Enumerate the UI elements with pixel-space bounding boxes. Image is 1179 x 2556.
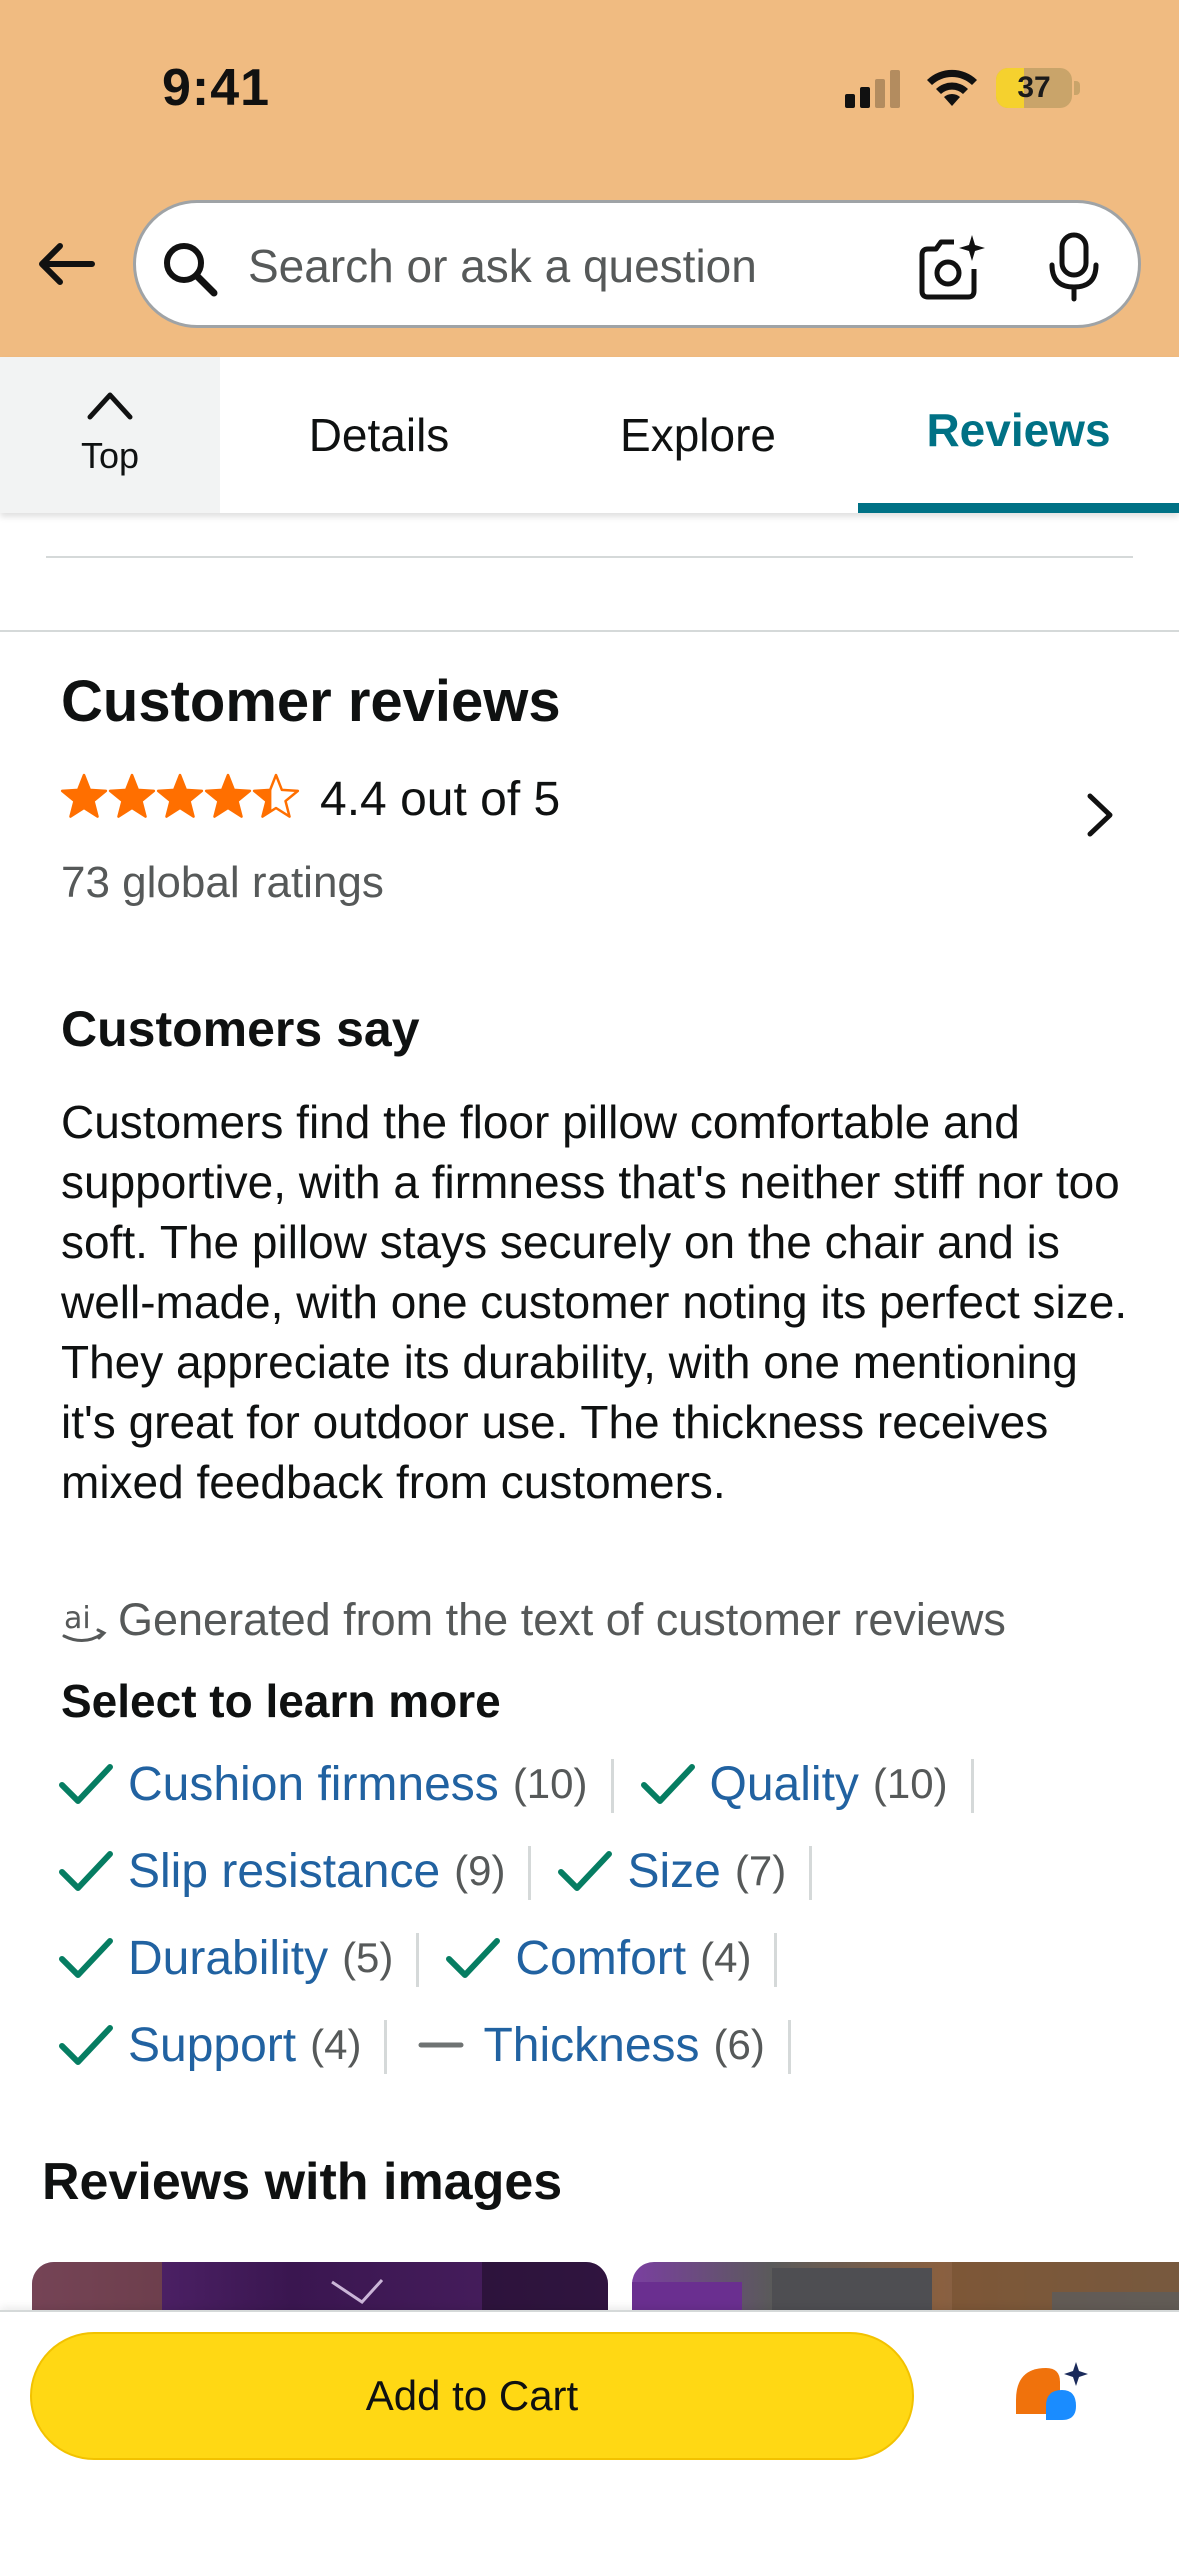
tab-top-label: Top bbox=[80, 435, 140, 476]
aspect-chip-support[interactable]: Support (4) bbox=[56, 2010, 388, 2080]
aspect-chip-durability[interactable]: Durability (5) bbox=[56, 1923, 420, 1993]
aspect-chip-slip-resistance[interactable]: Slip resistance (9) bbox=[56, 1836, 532, 1906]
aspect-count: (4) bbox=[310, 2021, 362, 2068]
aspect-row: Support (4) Thickness (6) bbox=[56, 2010, 815, 2080]
aspect-label: Slip resistance bbox=[128, 1844, 441, 1898]
back-arrow-icon bbox=[39, 243, 95, 285]
back-button[interactable] bbox=[32, 230, 100, 298]
divider bbox=[0, 630, 1179, 632]
ai-icon: ai bbox=[62, 1601, 107, 1642]
tab-details[interactable]: Details bbox=[220, 357, 538, 513]
aspect-label: Thickness bbox=[483, 2018, 700, 2072]
active-tab-indicator bbox=[858, 503, 1179, 513]
customer-reviews-heading: Customer reviews bbox=[61, 669, 561, 734]
rufus-icon[interactable] bbox=[1010, 2356, 1092, 2438]
aspect-label: Durability bbox=[128, 1931, 329, 1985]
tab-explore[interactable]: Explore bbox=[538, 357, 858, 513]
checkmark-icon bbox=[59, 2025, 113, 2065]
dash-icon bbox=[418, 2042, 464, 2048]
aspect-count: (10) bbox=[872, 1760, 948, 1807]
aspect-chip-comfort[interactable]: Comfort (4) bbox=[443, 1923, 778, 1993]
section-tabs: Top Details Explore Reviews bbox=[0, 357, 1179, 513]
aspect-label: Quality bbox=[709, 1757, 859, 1811]
aspect-row: Slip resistance (9) Size (7) bbox=[56, 1836, 836, 1906]
aspect-count: (7) bbox=[734, 1847, 787, 1894]
add-to-cart-button[interactable]: Add to Cart bbox=[30, 2332, 914, 2460]
battery-indicator: 37 bbox=[996, 68, 1080, 108]
global-ratings-count: 73 global ratings bbox=[61, 858, 384, 907]
ai-generated-note: ai Generated from the text of customer r… bbox=[58, 1590, 1006, 1650]
aspect-row: Cushion firmness (10) Quality (10) bbox=[56, 1749, 998, 1819]
search-bar[interactable] bbox=[133, 200, 1141, 328]
tab-top[interactable]: Top bbox=[0, 357, 220, 513]
bottom-action-bar: Add to Cart bbox=[0, 2310, 1179, 2556]
battery-level: 37 bbox=[1017, 71, 1051, 104]
microphone-icon[interactable] bbox=[1046, 231, 1102, 303]
reviews-with-images-heading: Reviews with images bbox=[42, 2153, 563, 2211]
aspect-count: (9) bbox=[454, 1847, 506, 1894]
ai-note-text: Generated from the text of customer revi… bbox=[118, 1594, 1006, 1645]
aspect-label: Comfort bbox=[515, 1931, 687, 1985]
aspect-row: Durability (5) Comfort (4) bbox=[56, 1923, 801, 1993]
aspect-label: Size bbox=[627, 1844, 721, 1898]
aspect-chip-cushion-firmness[interactable]: Cushion firmness (10) bbox=[56, 1749, 614, 1819]
status-time: 9:41 bbox=[162, 59, 271, 117]
checkmark-icon bbox=[446, 1938, 501, 1978]
search-icon bbox=[164, 243, 218, 297]
wifi-icon bbox=[927, 69, 977, 106]
aspect-label: Support bbox=[128, 2018, 297, 2072]
aspect-chip-size[interactable]: Size (7) bbox=[555, 1836, 812, 1906]
aspect-count: (5) bbox=[342, 1934, 394, 1981]
checkmark-icon bbox=[558, 1851, 613, 1891]
app-header: 9:41 37 bbox=[0, 0, 1179, 357]
search-input[interactable] bbox=[248, 231, 928, 301]
star-rating bbox=[60, 773, 300, 818]
select-to-learn-more-heading: Select to learn more bbox=[61, 1675, 501, 1727]
checkmark-icon bbox=[59, 1764, 113, 1804]
cellular-signal-icon bbox=[845, 70, 900, 108]
checkmark-icon bbox=[59, 1938, 113, 1978]
aspect-chip-quality[interactable]: Quality (10) bbox=[638, 1749, 974, 1819]
checkmark-icon bbox=[640, 1764, 695, 1804]
aspect-count: (10) bbox=[512, 1760, 588, 1807]
checkmark-icon bbox=[59, 1851, 113, 1891]
aspect-chip-thickness[interactable]: Thickness (6) bbox=[411, 2010, 792, 2080]
aspect-count: (4) bbox=[700, 1934, 752, 1981]
svg-text:ai: ai bbox=[64, 1601, 91, 1636]
rating-text[interactable]: 4.4 out of 5 bbox=[320, 772, 560, 827]
chevron-up-icon bbox=[87, 392, 133, 420]
star-outline bbox=[252, 773, 300, 818]
camera-icon[interactable] bbox=[914, 233, 986, 303]
aspect-count: (6) bbox=[713, 2021, 765, 2068]
customers-say-summary: Customers find the floor pillow comforta… bbox=[61, 1096, 1128, 1508]
aspect-label: Cushion firmness bbox=[128, 1757, 499, 1811]
divider bbox=[46, 556, 1133, 558]
chevron-right-icon[interactable] bbox=[1080, 790, 1120, 840]
tab-reviews[interactable]: Reviews bbox=[858, 357, 1179, 503]
customers-say-heading: Customers say bbox=[61, 1001, 420, 1057]
